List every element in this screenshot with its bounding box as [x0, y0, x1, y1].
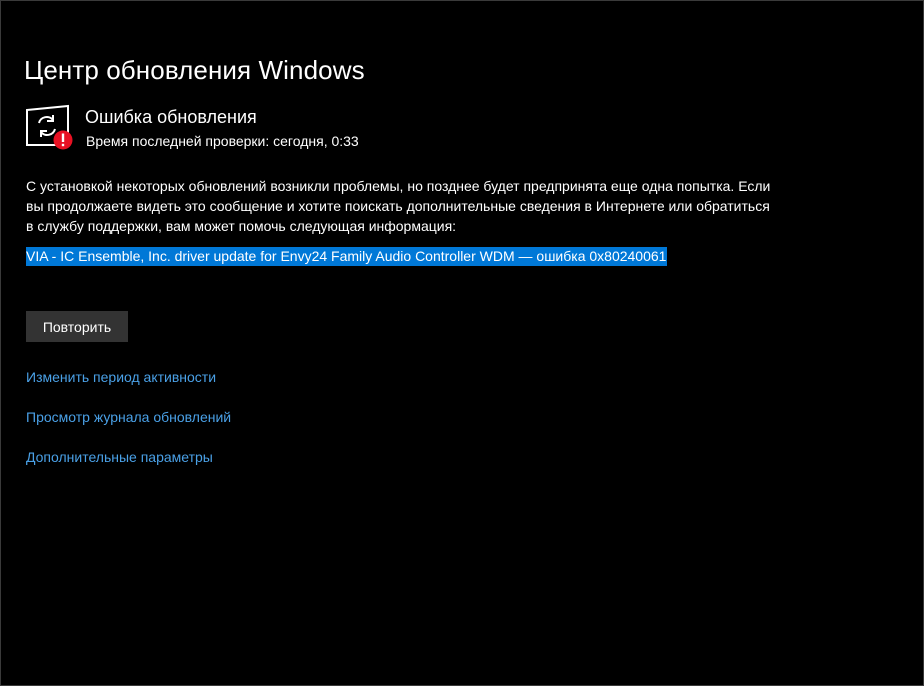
- error-detail-selected-text[interactable]: VIA - IC Ensemble, Inc. driver update fo…: [26, 247, 668, 266]
- retry-button[interactable]: Повторить: [26, 311, 128, 342]
- advanced-options-link[interactable]: Дополнительные параметры: [26, 449, 213, 465]
- page-title: Центр обновления Windows: [24, 55, 365, 85]
- sync-error-icon: [26, 104, 73, 150]
- status-title: Ошибка обновления: [85, 107, 257, 127]
- last-check-time: Время последней проверки: сегодня, 0:33: [86, 133, 359, 149]
- error-message-line: вы продолжаете видеть это сообщение и хо…: [26, 198, 770, 214]
- error-message-line: в службу поддержки, вам может помочь сле…: [26, 218, 457, 234]
- error-message-line: С установкой некоторых обновлений возник…: [26, 178, 771, 194]
- error-message: С установкой некоторых обновлений возник…: [26, 176, 856, 236]
- settings-window: Центр обновления Windows Ошибка обновлен…: [0, 0, 924, 686]
- change-active-hours-link[interactable]: Изменить период активности: [26, 369, 216, 385]
- view-update-history-link[interactable]: Просмотр журнала обновлений: [26, 409, 231, 425]
